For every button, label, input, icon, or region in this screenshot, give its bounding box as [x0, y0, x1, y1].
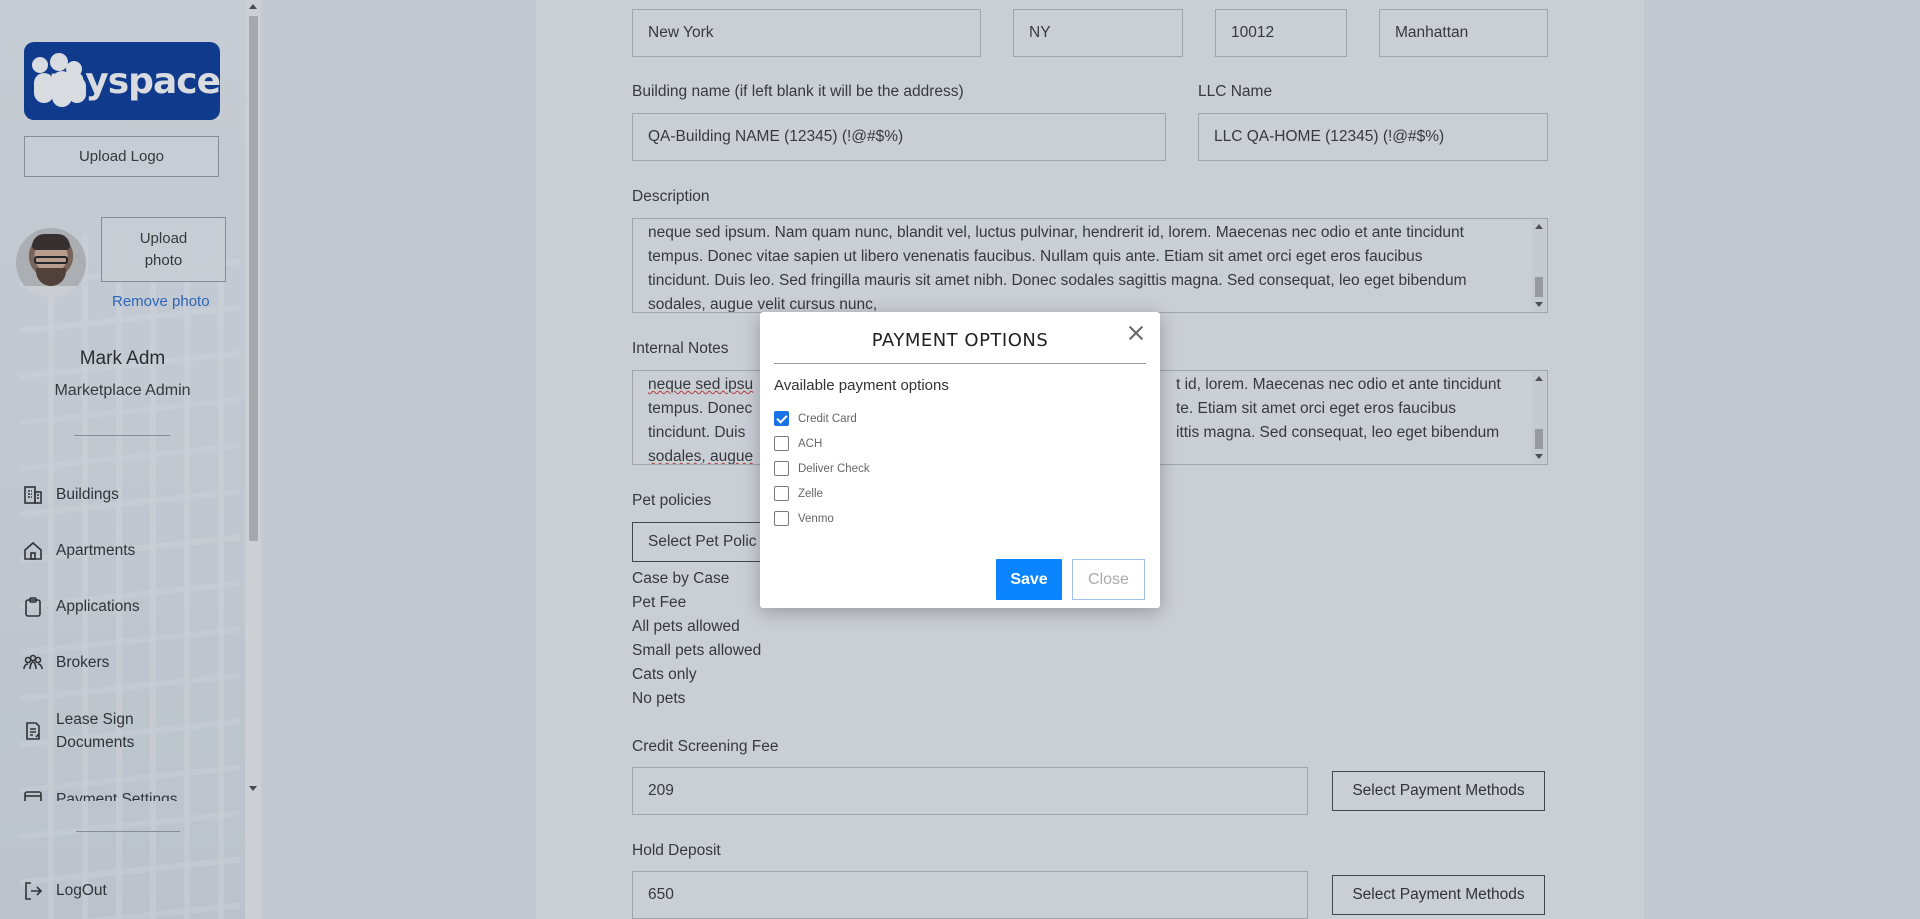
modal-title: PAYMENT OPTIONS — [871, 330, 1049, 351]
payment-option-label: Zelle — [798, 487, 823, 500]
payment-option-label: Deliver Check — [798, 462, 870, 475]
checkbox[interactable] — [774, 511, 789, 526]
payment-options-modal: PAYMENT OPTIONS Available payment option… — [760, 312, 1160, 608]
checkbox-checked[interactable] — [774, 411, 789, 426]
checkbox[interactable] — [774, 486, 789, 501]
checkbox[interactable] — [774, 436, 789, 451]
modal-divider — [774, 363, 1146, 364]
payment-option-ach[interactable]: ACH — [774, 436, 822, 451]
payment-option-credit-card[interactable]: Credit Card — [774, 411, 857, 426]
checkbox[interactable] — [774, 461, 789, 476]
payment-option-deliver-check[interactable]: Deliver Check — [774, 461, 870, 476]
payment-option-zelle[interactable]: Zelle — [774, 486, 823, 501]
close-icon[interactable] — [1126, 323, 1146, 343]
modal-subtitle: Available payment options — [774, 377, 949, 394]
payment-option-label: Credit Card — [798, 412, 857, 425]
save-button[interactable]: Save — [996, 559, 1062, 600]
payment-option-label: Venmo — [798, 512, 834, 525]
close-button[interactable]: Close — [1072, 559, 1145, 600]
payment-option-venmo[interactable]: Venmo — [774, 511, 834, 526]
payment-option-label: ACH — [798, 437, 823, 450]
